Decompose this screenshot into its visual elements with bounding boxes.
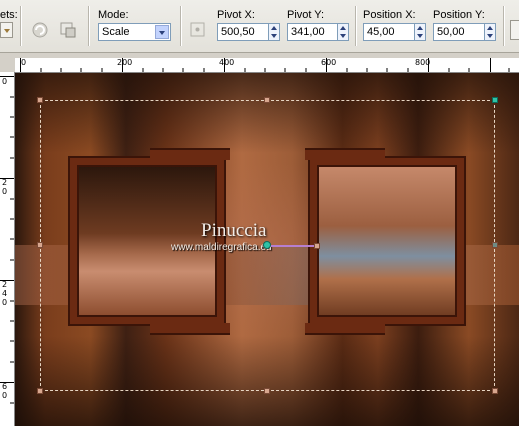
ruler-mark: 2 bbox=[2, 178, 8, 187]
position-y-label: Position Y: bbox=[433, 9, 485, 21]
ruler-mark: 800 bbox=[415, 58, 431, 67]
reset-button[interactable] bbox=[30, 20, 50, 40]
rotation-handle-line bbox=[267, 245, 315, 247]
pivot-point[interactable] bbox=[263, 241, 271, 249]
ruler-ticks bbox=[20, 58, 510, 72]
image-canvas[interactable]: Pinuccia www.maldiregrafica.eu bbox=[15, 73, 519, 426]
ruler-ticks bbox=[0, 76, 14, 404]
edge-handle-right[interactable] bbox=[492, 242, 498, 248]
rotation-handle[interactable] bbox=[314, 243, 320, 249]
toolbar-separator bbox=[88, 6, 89, 46]
transform-icon bbox=[60, 22, 76, 38]
ruler-mark: 0 bbox=[2, 298, 8, 307]
ruler-mark: 400 bbox=[219, 58, 235, 67]
position-x-label: Position X: bbox=[363, 9, 416, 21]
presets-dropdown[interactable] bbox=[0, 22, 13, 38]
vertical-ruler: 0 2 0 2 4 0 6 0 bbox=[0, 72, 15, 426]
position-y-stepper[interactable] bbox=[484, 23, 496, 41]
reset-icon bbox=[32, 22, 48, 38]
corner-handle-bottom-left[interactable] bbox=[37, 388, 43, 394]
chevron-down-icon[interactable] bbox=[155, 25, 169, 39]
toolbar-separator bbox=[355, 6, 356, 46]
pivot-y-label: Pivot Y: bbox=[287, 9, 325, 21]
ruler-mark: 4 bbox=[2, 289, 8, 298]
ruler-mark: 0 bbox=[2, 77, 8, 86]
ruler-mark: 0 bbox=[21, 58, 27, 67]
mode-label: Mode: bbox=[98, 9, 129, 21]
toolbar-separator bbox=[503, 6, 504, 46]
overflow-button[interactable] bbox=[510, 20, 519, 40]
position-x-stepper[interactable] bbox=[414, 23, 426, 41]
edge-handle-bottom[interactable] bbox=[264, 388, 270, 394]
ruler-mark: 0 bbox=[2, 187, 8, 196]
ruler-mark: 2 bbox=[2, 280, 8, 289]
horizontal-ruler: 0 200 400 600 800 bbox=[15, 58, 519, 73]
corner-handle-top-right[interactable] bbox=[492, 97, 498, 103]
pivot-y-field[interactable]: 341,00 bbox=[287, 23, 338, 41]
tool-options-toolbar: ets: Mode: Scale Pivot X: 500,50 Pivot Y… bbox=[0, 0, 519, 53]
ruler-mark: 200 bbox=[117, 58, 133, 67]
position-y-field[interactable]: 50,00 bbox=[433, 23, 485, 41]
mode-select[interactable]: Scale bbox=[98, 23, 171, 41]
pivot-x-field[interactable]: 500,50 bbox=[217, 23, 269, 41]
position-x-field[interactable]: 45,00 bbox=[363, 23, 415, 41]
pivot-x-stepper[interactable] bbox=[268, 23, 280, 41]
edge-handle-left[interactable] bbox=[37, 242, 43, 248]
presets-label: ets: bbox=[0, 9, 18, 21]
toolbar-separator bbox=[180, 6, 181, 46]
toolbar-separator bbox=[20, 6, 21, 46]
transform-button[interactable] bbox=[58, 20, 78, 40]
mode-value: Scale bbox=[102, 26, 130, 38]
ruler-mark: 0 bbox=[2, 391, 8, 400]
pivot-icon bbox=[190, 22, 205, 37]
pivot-center-button[interactable] bbox=[188, 20, 208, 40]
corner-handle-bottom-right[interactable] bbox=[492, 388, 498, 394]
corner-handle-top-left[interactable] bbox=[37, 97, 43, 103]
pivot-y-stepper[interactable] bbox=[337, 23, 349, 41]
ruler-mark: 6 bbox=[2, 382, 8, 391]
edge-handle-top[interactable] bbox=[264, 97, 270, 103]
ruler-mark: 600 bbox=[321, 58, 337, 67]
pivot-x-label: Pivot X: bbox=[217, 9, 255, 21]
chevron-down-icon bbox=[4, 29, 10, 33]
